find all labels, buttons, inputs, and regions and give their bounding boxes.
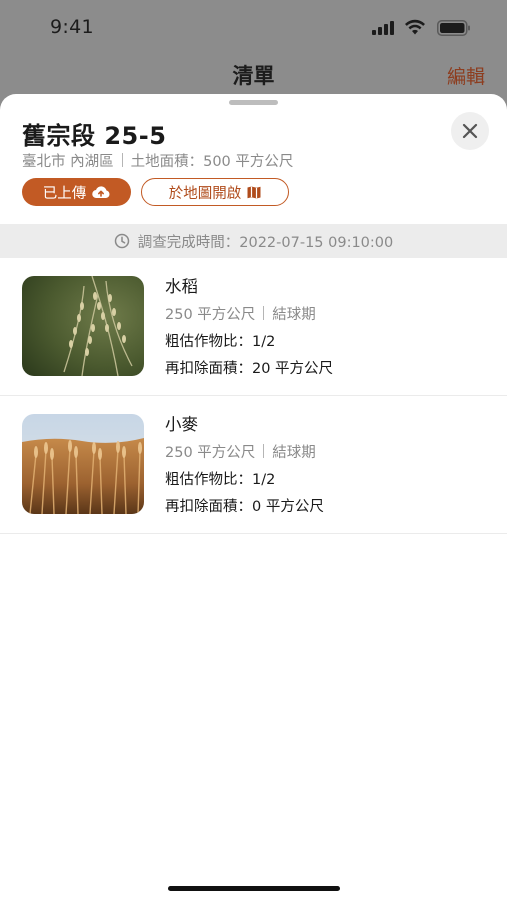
crop-deduct-area: 再扣除面積：0 平方公尺 xyxy=(165,499,324,515)
crop-list: 水稻 250 平方公尺結球期 粗估作物比：1/2 再扣除面積：20 平方公尺 xyxy=(0,258,507,534)
crop-stage: 結球期 xyxy=(272,307,316,323)
status-bar: 9:41 xyxy=(0,0,507,56)
screen: 9:41 清單 編輯 舊宗段 25-5 臺北市 內湖區 土地面積：500 平方公… xyxy=(0,0,507,900)
divider xyxy=(121,153,123,167)
crop-area: 250 平方公尺 xyxy=(165,307,256,323)
close-button[interactable] xyxy=(451,112,489,150)
status-time: 9:41 xyxy=(50,16,94,38)
crop-ratio: 粗估作物比：1/2 xyxy=(165,472,276,488)
crop-area-stage: 250 平方公尺 結球期 xyxy=(165,303,316,324)
close-icon xyxy=(462,123,478,139)
crop-area-stage: 250 平方公尺 結球期 xyxy=(165,441,316,462)
plot-land-area: 土地面積：500 平方公尺 xyxy=(130,154,294,170)
survey-completed-text: 調查完成時間：2022-07-15 09:10:00 xyxy=(137,234,394,251)
sheet-grabber[interactable] xyxy=(229,100,278,105)
plot-title: 舊宗段 25-5 xyxy=(22,122,167,150)
divider xyxy=(263,306,265,320)
open-map-label: 於地圖開啟 xyxy=(168,185,242,202)
crop-deduct-area: 再扣除面積：20 平方公尺 xyxy=(165,361,334,377)
plot-meta: 臺北市 內湖區 土地面積：500 平方公尺 xyxy=(22,150,293,171)
open-in-map-button[interactable]: 於地圖開啟 xyxy=(141,178,289,206)
uploaded-button[interactable]: 已上傳 xyxy=(22,178,131,206)
uploaded-label: 已上傳 xyxy=(42,185,87,202)
nav-title: 清單 xyxy=(232,64,275,88)
plot-location: 臺北市 內湖區 xyxy=(22,154,114,170)
wheat-photo xyxy=(22,414,144,514)
battery-icon xyxy=(437,20,470,36)
survey-time-bar: 調查完成時間：2022-07-15 09:10:00 xyxy=(0,224,507,258)
crop-item-wheat[interactable]: 小麥 250 平方公尺 結球期 粗估作物比：1/2 再扣除面積：0 平方公尺 xyxy=(0,396,507,534)
divider xyxy=(263,444,265,458)
cloud-upload-icon xyxy=(92,186,110,199)
crop-area: 250 平方公尺 xyxy=(165,445,256,461)
crop-name: 水稻 xyxy=(165,277,198,296)
crop-item-rice[interactable]: 水稻 250 平方公尺 結球期 粗估作物比：1/2 再扣除面積：20 平方公尺 xyxy=(0,258,507,396)
home-indicator[interactable] xyxy=(168,886,340,891)
map-icon xyxy=(247,186,261,198)
crop-stage: 結球期 xyxy=(272,445,316,461)
crop-ratio: 粗估作物比：1/2 xyxy=(165,334,276,350)
rice-photo xyxy=(22,276,144,376)
plot-detail-sheet: 舊宗段 25-5 臺北市 內湖區土地面積：500 平方公尺 已上傳 於地圖開啟 xyxy=(0,94,507,900)
clock-icon xyxy=(114,233,129,249)
cellular-signal-icon xyxy=(372,21,396,35)
crop-name: 小麥 xyxy=(165,415,198,434)
edit-button[interactable]: 編輯 xyxy=(447,62,485,89)
wifi-icon xyxy=(405,19,425,35)
